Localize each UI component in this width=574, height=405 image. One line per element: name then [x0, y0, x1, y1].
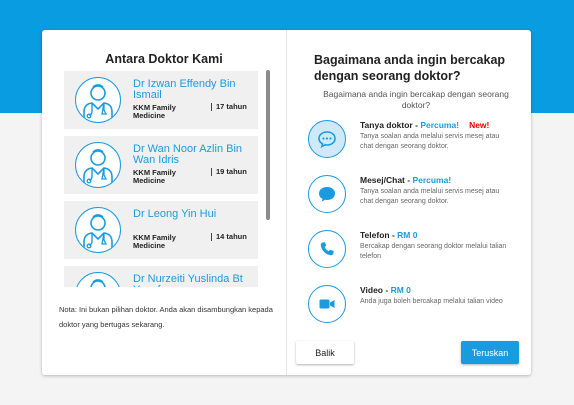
video-camera-icon [308, 285, 346, 323]
message-bubble-icon [308, 175, 346, 213]
option-description: Tanya soalan anda melalui servis mesej a… [360, 133, 500, 150]
doctor-avatar-icon [75, 207, 121, 253]
option-description: Tanya soalan anda melalui servis mesej a… [360, 188, 500, 205]
phone-icon [308, 230, 346, 268]
doctor-avatar-icon [75, 77, 121, 123]
doctor-name: Dr Wan Noor Azlin Bin Wan Idris [133, 143, 243, 166]
doctor-card: Dr Nurzeiti Yuslinda Bt Yusof [64, 266, 258, 287]
doctor-list-scrollbar[interactable] [266, 70, 270, 220]
option-ask-doctor[interactable]: Tanya doktor - Percuma! New! Tanya soalan… [305, 118, 530, 166]
doctors-heading: Antara Doktor Kami [105, 52, 223, 66]
option-video[interactable]: Video - RM 0 Anda juga boleh bercakap me… [305, 283, 530, 331]
option-description: Anda juga boleh bercakap melalui talian … [360, 298, 503, 305]
option-title: Telefon - RM 0 [360, 230, 418, 240]
doctor-avatar-icon [75, 272, 121, 287]
new-badge: New! [469, 120, 490, 130]
consultation-modal: Antara Doktor Kami Dr Izwan Effendy Bin … [42, 30, 531, 375]
option-title: Video - RM 0 [360, 285, 411, 295]
doctor-name: Dr Nurzeiti Yuslinda Bt Yusof [133, 273, 243, 288]
doctor-card: Dr Leong Yin Hui KKM Family Medicine 14 … [64, 201, 258, 259]
doctor-avatar-icon [75, 142, 121, 188]
option-title: Tanya doktor - Percuma! New! [360, 120, 490, 130]
chat-bubble-dots-icon [308, 120, 346, 158]
doctor-specialty: KKM Family Medicine [133, 233, 176, 250]
doctor-specialty: KKM Family Medicine [133, 103, 176, 120]
doctor-name: Dr Izwan Effendy Bin Ismail [133, 78, 236, 101]
panel-divider [286, 30, 287, 375]
option-title: Mesej/Chat - Percuma! [360, 175, 452, 185]
doctor-note: Nota: Ini bukan pilihan doktor. Anda aka… [59, 305, 273, 329]
continue-button[interactable]: Teruskan [461, 341, 519, 364]
consult-heading: Bagaimana anda ingin bercakap dengan seo… [314, 53, 506, 83]
option-phone[interactable]: Telefon - RM 0 Bercakap dengan seorang d… [305, 228, 530, 276]
doctor-list[interactable]: Dr Izwan Effendy Bin Ismail KKM Family M… [64, 71, 258, 287]
doctor-name: Dr Leong Yin Hui [133, 208, 217, 220]
doctor-card: Dr Izwan Effendy Bin Ismail KKM Family M… [64, 71, 258, 129]
doctor-experience: 17 tahun [211, 103, 256, 111]
doctor-card: Dr Wan Noor Azlin Bin Wan Idris KKM Fami… [64, 136, 258, 194]
doctor-specialty: KKM Family Medicine [133, 168, 176, 185]
doctor-experience: 14 tahun [211, 233, 256, 241]
back-button[interactable]: Balik [296, 341, 354, 364]
option-message-chat[interactable]: Mesej/Chat - Percuma! Tanya soalan anda … [305, 173, 530, 221]
consult-subtitle: Bagaimana anda ingin bercakap dengan seo… [323, 89, 509, 110]
doctor-experience: 19 tahun [211, 168, 256, 176]
option-description: Bercakap dengan seorang doktor melalui t… [360, 243, 507, 260]
